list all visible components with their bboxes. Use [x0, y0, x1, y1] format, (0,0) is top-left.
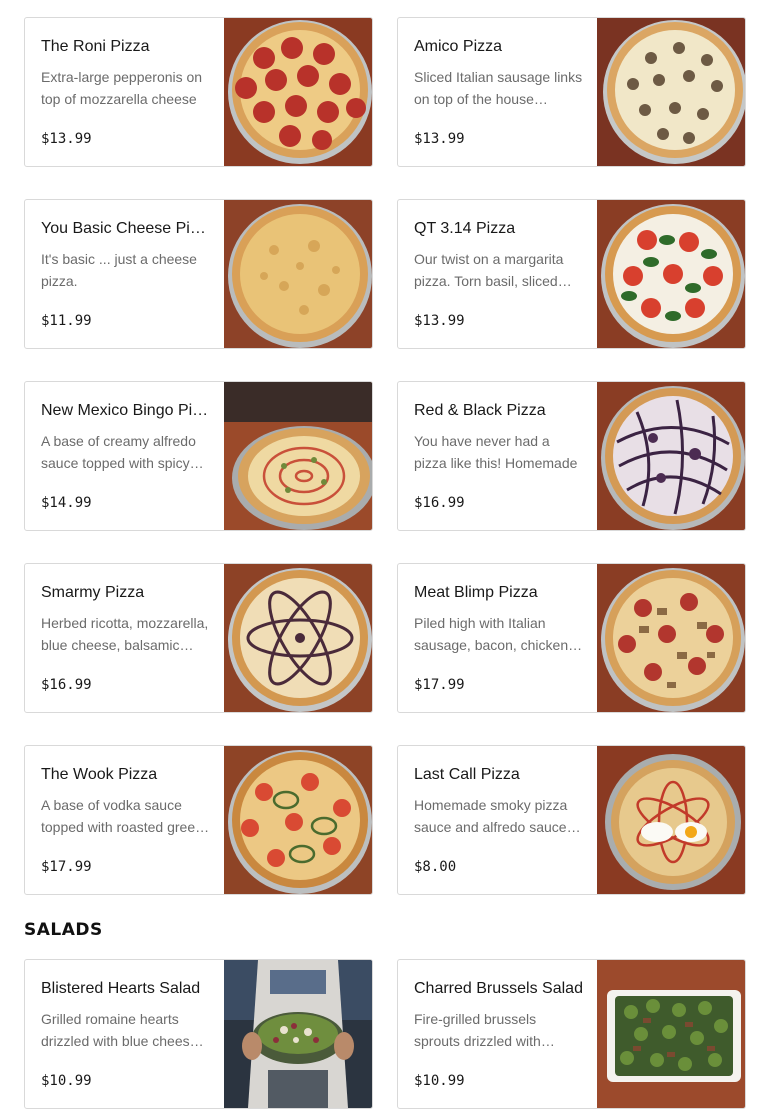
pizza-photo	[597, 382, 745, 530]
menu-item-text: The Roni Pizza Extra-large pepperonis on…	[41, 18, 211, 166]
menu-item-card[interactable]: Last Call Pizza Homemade smoky pizza sau…	[397, 745, 746, 895]
menu-item-price: $10.99	[41, 1073, 92, 1089]
menu-item-description: Piled high with Italian sausage, bacon, …	[414, 615, 569, 653]
menu-item-text: New Mexico Bingo Pizza A base of creamy …	[41, 382, 213, 530]
menu-item-name: The Wook Pizza	[41, 766, 158, 783]
menu-item-price: $13.99	[414, 131, 465, 147]
pizza-photo	[224, 746, 372, 894]
menu-item-description: A base of creamy alfredo sauce topped wi…	[41, 433, 196, 471]
menu-item-text: Meat Blimp Pizza Piled high with Italian…	[414, 564, 584, 712]
menu-item-description: You have never had a pizza like this! Ho…	[414, 433, 578, 471]
salad-photo	[597, 960, 745, 1108]
menu-item-description: Our twist on a margarita pizza. Torn bas…	[414, 251, 564, 289]
menu-item-card[interactable]: QT 3.14 Pizza Our twist on a margarita p…	[397, 199, 746, 349]
pizza-photo	[597, 564, 745, 712]
menu-item-card[interactable]: Charred Brussels Salad Fire-grilled brus…	[397, 959, 746, 1109]
menu-item-description: Herbed ricotta, mozzarella, blue cheese,…	[41, 615, 209, 653]
menu-item-text: You Basic Cheese Pizza It's basic ... ju…	[41, 200, 213, 348]
menu-item-card[interactable]: Meat Blimp Pizza Piled high with Italian…	[397, 563, 746, 713]
menu-item-name: Red & Black Pizza	[414, 402, 546, 419]
pizza-photo	[224, 18, 372, 166]
menu-item-text: Last Call Pizza Homemade smoky pizza sau…	[414, 746, 584, 894]
menu-item-name: QT 3.14 Pizza	[414, 220, 516, 237]
menu-item-text: Blistered Hearts Salad Grilled romaine h…	[41, 960, 211, 1108]
menu-item-description: Sliced Italian sausage links on top of t…	[414, 69, 583, 107]
pizza-photo	[597, 18, 745, 166]
menu-item-name: New Mexico Bingo Pizza	[41, 402, 213, 419]
menu-item-name: Charred Brussels Salad	[414, 980, 583, 997]
menu-item-price: $13.99	[41, 131, 92, 147]
menu-item-card[interactable]: The Roni Pizza Extra-large pepperonis on…	[24, 17, 373, 167]
pizza-photo	[597, 200, 745, 348]
menu-item-name: Meat Blimp Pizza	[414, 584, 538, 601]
menu-item-description: A base of vodka sauce topped with roaste…	[41, 797, 203, 835]
menu-item-price: $13.99	[414, 313, 465, 329]
menu-item-price: $17.99	[414, 677, 465, 693]
menu-item-text: Smarmy Pizza Herbed ricotta, mozzarella,…	[41, 564, 211, 712]
menu-item-card[interactable]: New Mexico Bingo Pizza A base of creamy …	[24, 381, 373, 531]
pizza-photo	[224, 382, 372, 530]
pizza-photo	[597, 746, 745, 894]
menu-item-description: It's basic ... just a cheese pizza.	[41, 251, 197, 289]
section-title-salads: SALADS	[24, 920, 103, 940]
menu-item-price: $10.99	[414, 1073, 465, 1089]
menu-item-price: $16.99	[41, 677, 92, 693]
menu-item-name: Amico Pizza	[414, 38, 503, 55]
menu-item-name: The Roni Pizza	[41, 38, 150, 55]
menu-item-description: Extra-large pepperonis on top of mozzare…	[41, 69, 203, 107]
pizza-photo	[224, 200, 372, 348]
menu-item-price: $11.99	[41, 313, 92, 329]
menu-item-price: $8.00	[414, 859, 457, 875]
salad-photo	[224, 960, 372, 1108]
menu-item-description: Homemade smoky pizza sauce and alfredo s…	[414, 797, 568, 835]
menu-item-name: You Basic Cheese Pizza	[41, 220, 213, 237]
menu-item-name: Last Call Pizza	[414, 766, 520, 783]
menu-item-card[interactable]: Smarmy Pizza Herbed ricotta, mozzarella,…	[24, 563, 373, 713]
menu-item-text: Charred Brussels Salad Fire-grilled brus…	[414, 960, 584, 1108]
menu-item-card[interactable]: Blistered Hearts Salad Grilled romaine h…	[24, 959, 373, 1109]
menu-item-price: $16.99	[414, 495, 465, 511]
menu-item-description: Fire-grilled brussels sprouts drizzled w…	[414, 1011, 541, 1049]
menu-item-price: $14.99	[41, 495, 92, 511]
menu-item-description: Grilled romaine hearts drizzled with blu…	[41, 1011, 198, 1049]
menu-item-text: QT 3.14 Pizza Our twist on a margarita p…	[414, 200, 584, 348]
menu-item-card[interactable]: You Basic Cheese Pizza It's basic ... ju…	[24, 199, 373, 349]
menu-item-text: Red & Black Pizza You have never had a p…	[414, 382, 584, 530]
menu-item-card[interactable]: The Wook Pizza A base of vodka sauce top…	[24, 745, 373, 895]
menu-item-card[interactable]: Red & Black Pizza You have never had a p…	[397, 381, 746, 531]
menu-item-text: Amico Pizza Sliced Italian sausage links…	[414, 18, 584, 166]
menu-item-name: Blistered Hearts Salad	[41, 980, 201, 997]
pizza-photo	[224, 564, 372, 712]
menu-item-card[interactable]: Amico Pizza Sliced Italian sausage links…	[397, 17, 746, 167]
menu-item-price: $17.99	[41, 859, 92, 875]
menu-item-text: The Wook Pizza A base of vodka sauce top…	[41, 746, 211, 894]
menu-item-name: Smarmy Pizza	[41, 584, 145, 601]
